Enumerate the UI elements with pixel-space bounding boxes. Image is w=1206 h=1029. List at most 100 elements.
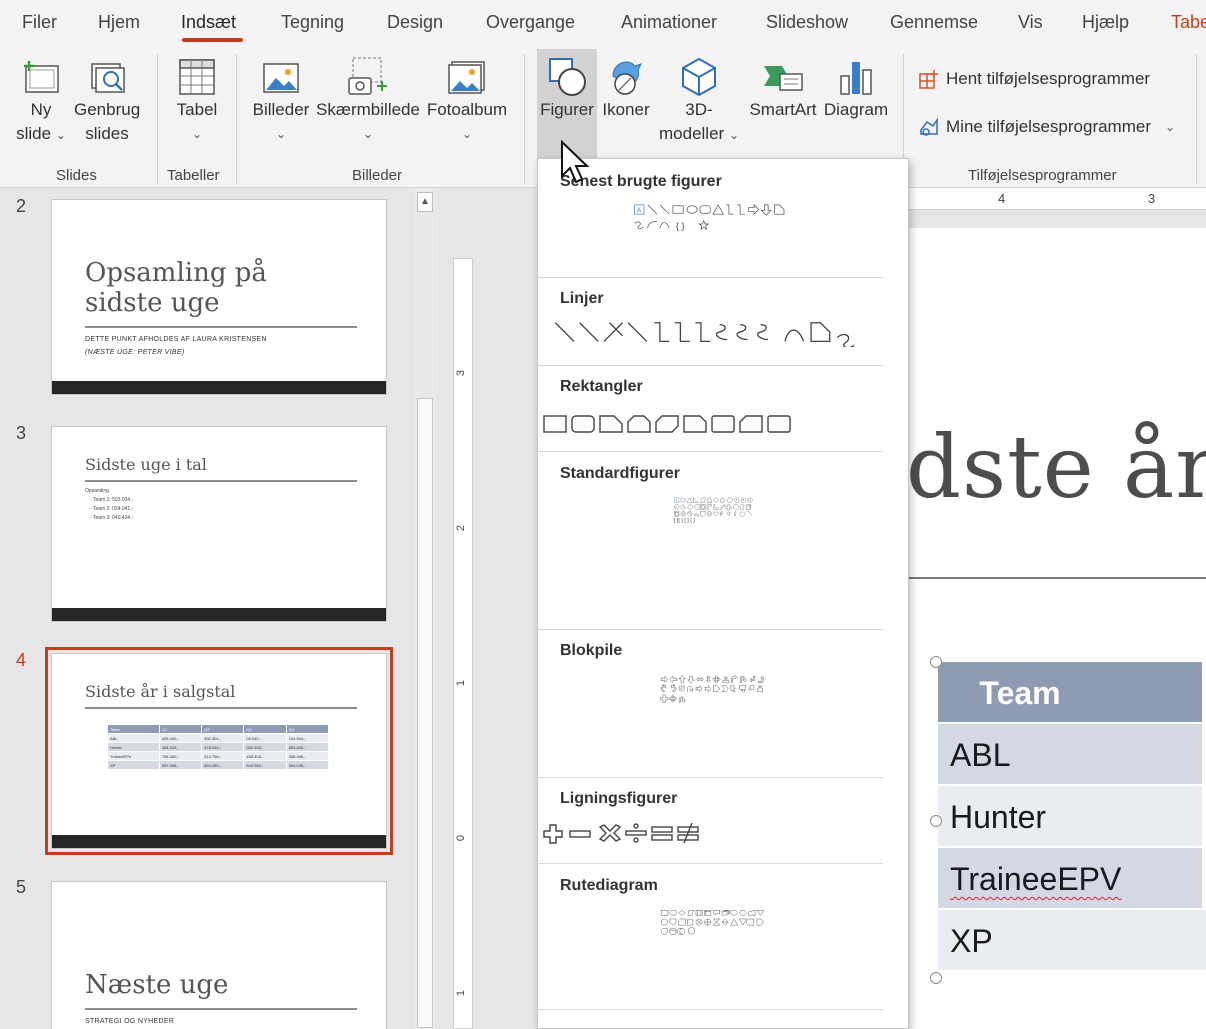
lines-shapes-row[interactable] [542, 319, 886, 347]
tab-tegning[interactable]: Tegning [281, 12, 344, 33]
shapes-button[interactable]: Figurer [537, 56, 597, 122]
tab-gennemse[interactable]: Gennemse [890, 12, 978, 33]
scroll-thumb[interactable] [417, 398, 433, 1028]
ruler-number: 4 [998, 191, 1006, 206]
group-separator [1196, 54, 1197, 184]
table-cell: XP [107, 760, 160, 770]
svg-text:10: 10 [748, 500, 751, 502]
chevron-down-icon[interactable]: ⌄ [1165, 120, 1175, 134]
svg-text:12: 12 [675, 507, 678, 509]
resize-handle[interactable] [930, 815, 942, 827]
slide-text-line: Opsamling [85, 488, 109, 494]
icons-button[interactable]: Ikoner [601, 56, 651, 122]
slide-title[interactable]: dste år [906, 418, 1206, 518]
tab-vis[interactable]: Vis [1018, 12, 1043, 33]
ruler-number: 0 [455, 834, 468, 842]
table-header-team[interactable]: Team [938, 662, 1206, 724]
slide-title: Sidste år i salgstal [85, 682, 236, 701]
pictures-button[interactable]: Billeder ⌄ [252, 56, 310, 146]
active-tab-indicator [182, 38, 243, 42]
photo-album-button[interactable]: Fotoalbum ⌄ [426, 56, 508, 146]
tab-filer[interactable]: Filer [22, 12, 57, 33]
table-cell: Hunter [107, 742, 160, 752]
table-icon [179, 59, 215, 95]
slide-thumbnail-5[interactable]: Næste uge STRATEGI OG NYHEDER [51, 881, 387, 1029]
table-cell: 310.758,- [201, 751, 245, 761]
tab-overgange[interactable]: Overgange [486, 12, 575, 33]
screenshot-button[interactable]: Skærmbillede ⌄ [316, 56, 420, 146]
reuse-slides-button[interactable]: Genbrug slides [74, 56, 140, 146]
photo-album-label: Fotoalbum [426, 100, 508, 119]
get-addins-label: Hent tilføjelsesprogrammer [946, 69, 1151, 88]
table-row[interactable]: TraineeEPV [938, 848, 1206, 910]
rectangle-shapes-row[interactable] [542, 411, 886, 439]
section-equation-shapes: Ligningsfigurer [560, 790, 678, 807]
new-slide-label-1: Ny [30, 100, 52, 119]
smartart-button[interactable]: SmartArt [746, 56, 820, 122]
slide-text-line: - Team 2: 034.041,- [90, 506, 134, 512]
svg-text:[ ]{ } [ ] { }: [ ]{ } [ ] { } [674, 518, 695, 524]
3d-models-button[interactable]: 3D- modeller ⌄ [656, 56, 742, 147]
screenshot-label: Skærmbillede [316, 100, 420, 119]
group-label-billeder: Billeder [352, 167, 403, 184]
chart-button[interactable]: Diagram [822, 56, 890, 122]
table-cell: 758.450,- [158, 751, 203, 761]
tab-design[interactable]: Design [387, 12, 443, 33]
new-slide-button[interactable]: Ny slide ⌄ [14, 56, 68, 147]
tab-hjem[interactable]: Hjem [98, 12, 140, 33]
resize-handle[interactable] [930, 656, 942, 668]
slide-text-line: DETTE PUNKT AFHOLDES AF LAURA KRISTENSEN [85, 336, 267, 343]
shapes-gallery-dropdown: Senest brugte figurer A { } Linjer Rekta… [537, 158, 909, 1029]
slide-number: 2 [16, 196, 27, 216]
slide-mini-table: Team Q1 Q2 Q3 Q4 ABL 405.400,- 450.304,- 05.540… [107, 724, 330, 770]
shapes-label: Figurer [540, 100, 594, 119]
table-cell: 557.458,- [158, 760, 203, 770]
slide-footer-bar [52, 608, 386, 621]
slide-footer-bar [52, 381, 386, 394]
vertical-ruler: 3 2 1 0 1 [453, 258, 473, 1029]
table-cell: Team [107, 724, 160, 734]
slide-title-line: Opsamling på [85, 258, 267, 288]
sales-table[interactable]: Team ABL Hunter TraineeEPV XP [938, 662, 1206, 972]
tab-hjaelp[interactable]: Hjælp [1082, 12, 1129, 33]
scroll-up-arrow-icon[interactable]: ▲ [417, 192, 433, 212]
table-button[interactable]: Tabel ⌄ [170, 56, 224, 146]
table-cell-text: TraineeEPV [950, 861, 1122, 897]
table-cell: Q2 [201, 724, 245, 734]
slide-thumbnail-3[interactable]: Sidste uge i tal Opsamling - Team 1: 503… [51, 426, 387, 622]
recent-shapes-row[interactable]: A { } [542, 203, 886, 231]
tab-tabel-design[interactable]: Tabe [1171, 12, 1206, 33]
slide-thumbnail-4[interactable]: Sidste år i salgstal Team Q1 Q2 Q3 Q4 ABL 405… [45, 647, 393, 855]
table-row[interactable]: Hunter [938, 786, 1206, 848]
ruler-number: 2 [455, 524, 468, 532]
tab-animationer[interactable]: Animationer [621, 12, 717, 33]
tab-indsaet[interactable]: Indsæt [181, 12, 236, 33]
resize-handle[interactable] [930, 972, 942, 984]
my-addins-button[interactable]: Mine tilføjelsesprogrammer ⌄ [918, 116, 1175, 138]
equation-shapes-row[interactable] [542, 821, 886, 849]
section-divider [538, 863, 883, 864]
mouse-pointer-icon [561, 140, 590, 184]
smartart-label: SmartArt [749, 100, 817, 119]
section-divider [538, 451, 883, 452]
slide-title: Næste uge [85, 970, 229, 1000]
table-row[interactable]: XP [938, 910, 1206, 972]
table-row[interactable]: ABL [938, 724, 1206, 786]
table-cell: Q4 [285, 724, 330, 734]
tab-slideshow[interactable]: Slideshow [766, 12, 848, 33]
slide-footer-bar [52, 835, 386, 848]
my-addins-icon [920, 117, 938, 136]
current-slide-canvas[interactable]: dste år Team ABL Hunter TraineeEPV XP [906, 228, 1206, 1029]
chevron-down-icon: ⌄ [55, 128, 66, 142]
thumbnail-scrollbar[interactable]: ▲ [414, 188, 436, 1029]
slide-thumbnail-2[interactable]: Opsamling på sidste uge DETTE PUNKT AFHO… [51, 199, 387, 395]
flowchart-shapes-grid[interactable] [542, 909, 886, 937]
group-separator [157, 54, 158, 184]
group-label-tilfoejelser: Tilføjelsesprogrammer [968, 167, 1117, 184]
block-arrows-grid[interactable] [542, 675, 886, 703]
table-cell: 05.540,- [243, 733, 287, 743]
table-cell: 450.304,- [201, 733, 245, 743]
basic-shapes-grid[interactable]: A 7 8 10 12 [ ]{ } [ ] {} [542, 497, 886, 525]
get-addins-button[interactable]: Hent tilføjelsesprogrammer [918, 68, 1150, 90]
group-separator [236, 54, 237, 184]
